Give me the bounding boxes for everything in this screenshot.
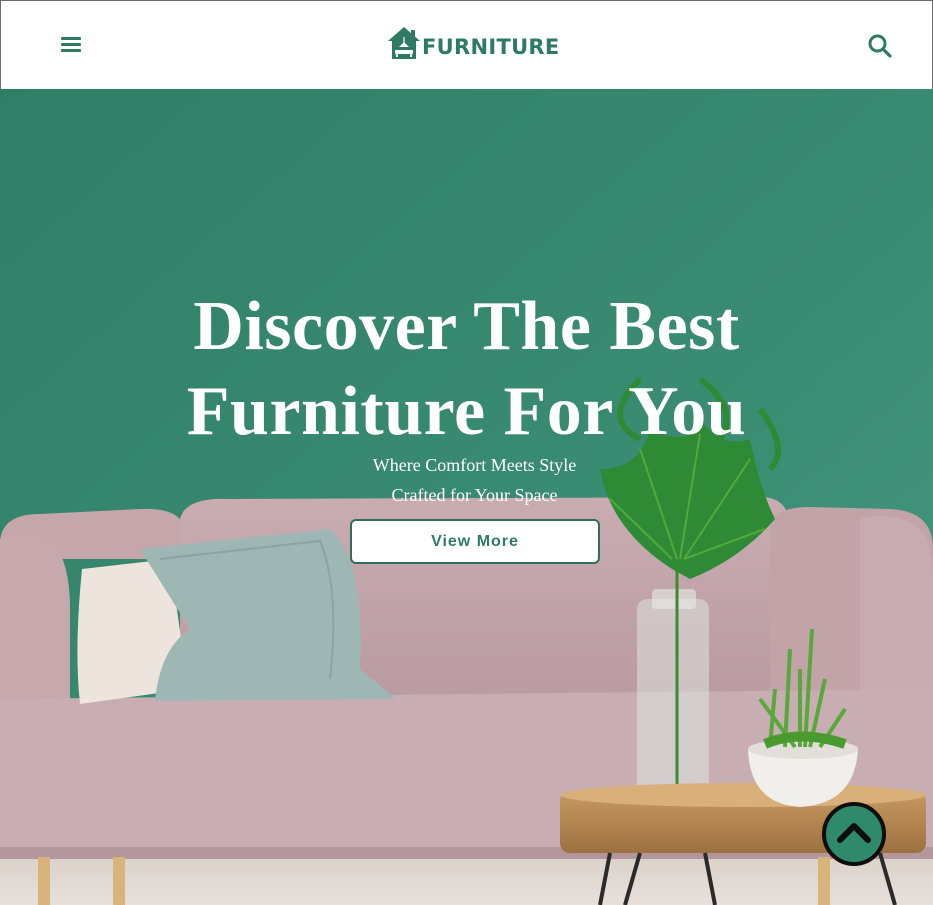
chevron-up-icon [837,823,871,843]
hero-section: Discover The Best Furniture For You Wher… [0,89,933,905]
scroll-to-top-button[interactable] [822,802,886,866]
hero-title: Discover The Best Furniture For You [0,284,933,454]
hero-subtitle-line1: Where Comfort Meets Style [372,455,577,475]
hamburger-menu-icon[interactable] [59,34,83,56]
site-header: FURNITURE [0,0,933,89]
hero-title-line1: Discover The Best [193,288,740,365]
site-logo[interactable]: FURNITURE [386,21,560,61]
logo-text: FURNITURE [422,35,560,59]
view-more-button[interactable]: View More [350,519,600,564]
hero-subtitle-line2: Crafted for Your Space [391,485,558,505]
hero-title-line2: Furniture For You [186,373,747,450]
house-lamp-icon [388,27,420,59]
search-icon[interactable] [867,33,893,59]
